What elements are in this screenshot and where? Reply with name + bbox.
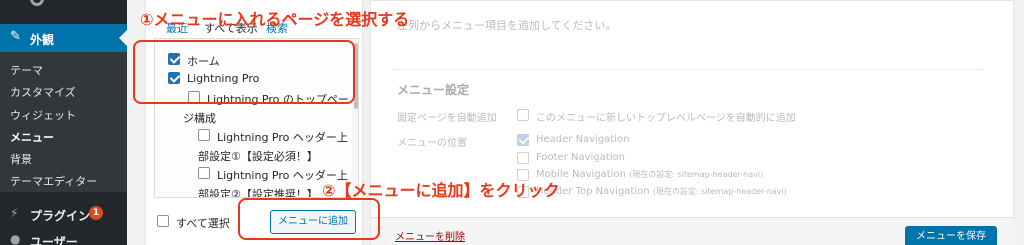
sidebar-item-appearance[interactable]: ✎ 外観 xyxy=(0,24,127,52)
update-count-badge: 1 xyxy=(89,206,103,220)
current-menu-arrow xyxy=(119,30,127,46)
checkbox-header-setting-2[interactable] xyxy=(198,167,210,179)
annotation-highlight-select xyxy=(133,40,355,104)
admin-sidebar: ✎ 外観 テーマ カスタマイズ ウィジェット メニュー 背景 テーマエディター … xyxy=(0,0,127,245)
menu-footer: メニューを削除 メニューを保存 xyxy=(371,217,1015,245)
save-menu-button[interactable]: メニューを保存 xyxy=(905,226,997,245)
location-option-note: (現在の設定: sitemap-header-navi) xyxy=(652,187,787,196)
delete-menu-link[interactable]: メニューを削除 xyxy=(395,228,465,243)
plugin-icon: ⚡ xyxy=(10,206,19,220)
menu-settings-title: メニュー設定 xyxy=(397,83,470,97)
sidebar-item-label: ユーザー xyxy=(30,235,78,245)
submenu-item-theme-editor[interactable]: テーマエディター xyxy=(10,173,97,189)
location-option-mobile: Mobile Navigation (現在の設定: sitemap-header… xyxy=(536,169,763,180)
sidebar-item-label: プラグイン xyxy=(30,209,91,223)
auto-add-checkbox[interactable] xyxy=(517,109,529,121)
sidebar-item-users[interactable]: ● ユーザー xyxy=(0,226,127,245)
annotation-step2-text: ②【メニューに追加】をクリック xyxy=(322,181,560,200)
sidebar-top xyxy=(0,0,127,20)
annotation-highlight-add-button xyxy=(238,198,380,240)
appearance-submenu: テーマ カスタマイズ ウィジェット メニュー 背景 テーマエディター xyxy=(0,52,127,192)
page-item-label-wrap: ジ構成 xyxy=(183,112,216,125)
page-item-label: Lightning Pro ヘッダー上 xyxy=(217,131,348,144)
checkbox-header-setting-1[interactable] xyxy=(198,129,210,141)
location-option-note: (現在の設定: sitemap-header-navi) xyxy=(629,170,764,179)
submenu-item-widgets[interactable]: ウィジェット xyxy=(10,107,76,123)
auto-add-option: このメニューに新しいトップレベルページを自動的に追加 xyxy=(536,113,796,124)
sidebar-item-plugins[interactable]: ⚡ プラグイン 1 xyxy=(0,200,127,228)
menu-structure-area: 左列からメニュー項目を追加してください。 メニュー設定 固定ページを自動追加 こ… xyxy=(370,0,1015,245)
page-item-label-wrap: 部設定①【設定必須！】 xyxy=(198,150,318,163)
divider xyxy=(393,69,983,70)
page-item-label-wrap: 部設定②【設定推奨！】 xyxy=(198,188,318,198)
sidebar-item-label: 外観 xyxy=(30,33,55,47)
select-all-label: すべて選択 xyxy=(176,217,230,230)
menu-location-label: メニューの位置 xyxy=(397,138,467,149)
submenu-item-menus[interactable]: メニュー xyxy=(10,129,54,145)
menu-hint-text: 左列からメニュー項目を追加してください。 xyxy=(397,19,617,32)
wordpress-logo-icon xyxy=(30,0,44,6)
paintbrush-icon: ✎ xyxy=(10,29,21,44)
location-header-checkbox[interactable] xyxy=(517,134,529,146)
location-option-label: Header Navigation xyxy=(536,134,630,145)
location-option-header-top: Header Top Navigation (現在の設定: sitemap-he… xyxy=(536,186,787,197)
auto-add-label: 固定ページを自動追加 xyxy=(397,113,497,124)
submenu-item-customize[interactable]: カスタマイズ xyxy=(10,84,76,100)
submenu-item-themes[interactable]: テーマ xyxy=(10,62,43,78)
user-icon: ● xyxy=(10,232,21,245)
annotation-step1-text: ①メニューに入れるページを選択する xyxy=(140,10,410,29)
location-option-label: Footer Navigation xyxy=(536,152,625,163)
location-footer-checkbox[interactable] xyxy=(517,152,529,164)
select-all-checkbox[interactable] xyxy=(157,215,169,227)
submenu-item-background[interactable]: 背景 xyxy=(10,151,32,167)
